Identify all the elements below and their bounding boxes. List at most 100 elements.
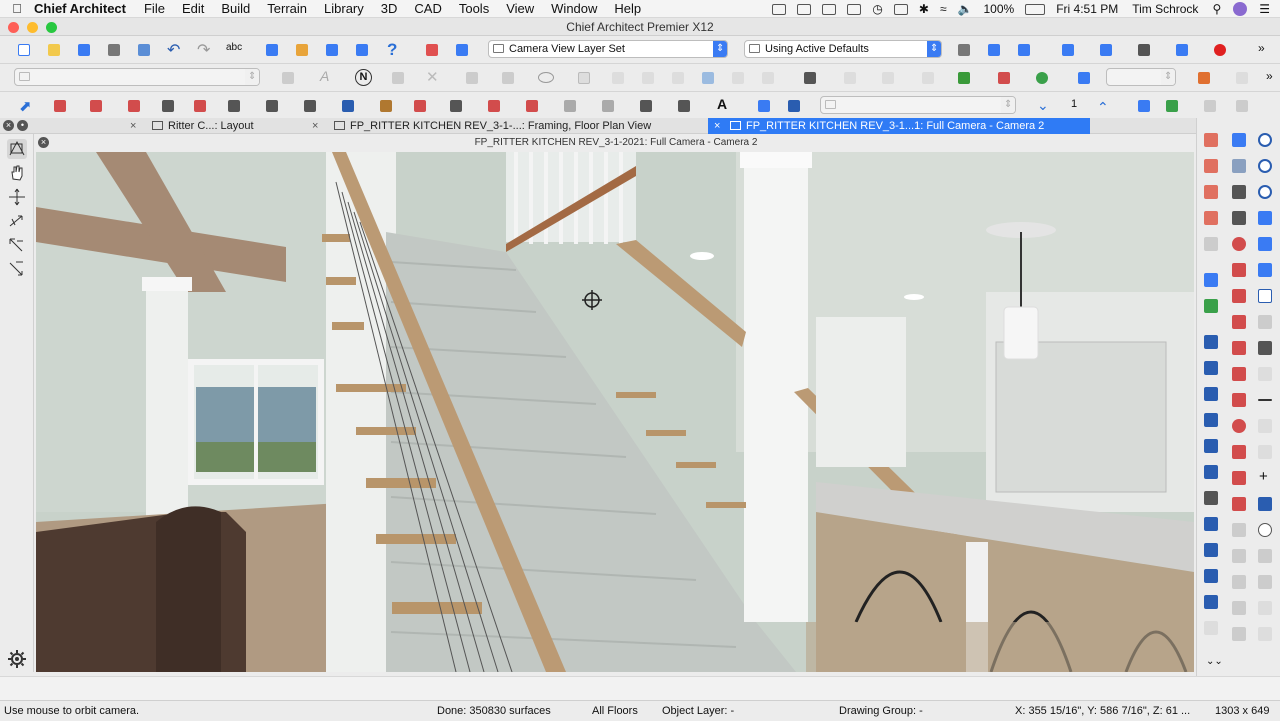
electrical-tool-icon[interactable] xyxy=(446,96,466,116)
walkthrough-icon[interactable] xyxy=(7,235,27,255)
tab-full-camera[interactable]: × FP_RITTER KITCHEN REV_3-1...1: Full Cam… xyxy=(708,118,1091,134)
render-icon[interactable] xyxy=(352,40,372,60)
cut-icon[interactable] xyxy=(1229,312,1249,332)
tab-close-icon[interactable]: × xyxy=(714,118,728,134)
edit-defaults-icon[interactable] xyxy=(954,40,974,60)
layer-set-dropdown[interactable]: Camera View Layer Set xyxy=(488,40,728,58)
cross-section-icon[interactable] xyxy=(1074,68,1094,88)
wall-break-icon[interactable] xyxy=(1201,208,1221,228)
elevation-view-icon[interactable] xyxy=(1134,96,1154,116)
fixture-tool-icon[interactable] xyxy=(300,96,320,116)
text-tool-icon[interactable]: A xyxy=(712,96,732,116)
column-l-icon[interactable] xyxy=(1201,618,1221,638)
tab-close-icon[interactable]: × xyxy=(312,118,326,134)
column-h-icon[interactable] xyxy=(1201,514,1221,534)
curve-icon[interactable] xyxy=(1229,520,1249,540)
column-j-icon[interactable] xyxy=(1201,566,1221,586)
cloud-icon[interactable] xyxy=(847,3,862,15)
new-plan-icon[interactable] xyxy=(14,40,34,60)
menu-edit[interactable]: Edit xyxy=(182,1,204,16)
spell-check-icon[interactable]: abc xyxy=(224,40,244,60)
structure-icon[interactable] xyxy=(954,68,974,88)
menu-build[interactable]: Build xyxy=(221,1,250,16)
fill-window-icon[interactable] xyxy=(1255,208,1275,228)
markup-icon[interactable] xyxy=(1194,68,1214,88)
tab-options-icon[interactable]: • xyxy=(17,120,28,131)
paint-icon[interactable] xyxy=(1201,234,1221,254)
zoom-icon[interactable] xyxy=(1255,156,1275,176)
library-browser-icon[interactable] xyxy=(1058,40,1078,60)
plus-icon[interactable]: + xyxy=(1255,468,1275,488)
camera-tools-icon[interactable] xyxy=(1096,40,1116,60)
array-icon[interactable] xyxy=(1229,390,1249,410)
full-screen-icon[interactable] xyxy=(1255,260,1275,280)
wifi-icon[interactable]: ≈ xyxy=(940,2,947,16)
close-view-icon[interactable]: × xyxy=(38,137,49,148)
dropbox-icon[interactable] xyxy=(822,3,837,15)
volume-icon[interactable]: 🔈 xyxy=(958,2,973,16)
help-icon[interactable]: ? xyxy=(382,40,402,60)
scroll-down-chevron-icon[interactable]: ⌄⌄ xyxy=(1201,656,1223,676)
layer-dropdown[interactable] xyxy=(820,96,1016,114)
menu-3d[interactable]: 3D xyxy=(381,1,398,16)
undo-icon[interactable]: ↶ xyxy=(164,40,184,60)
layout-icon[interactable] xyxy=(292,40,312,60)
stair-tool-icon[interactable] xyxy=(190,96,210,116)
tilt-camera-icon[interactable] xyxy=(7,211,27,231)
battery-icon[interactable] xyxy=(1025,3,1046,15)
mirror-icon[interactable] xyxy=(1229,286,1249,306)
zoom-in-icon[interactable] xyxy=(1255,130,1275,150)
print-preview-icon[interactable] xyxy=(134,40,154,60)
plant-icon[interactable] xyxy=(1032,68,1052,88)
rotate-b-icon[interactable] xyxy=(1229,416,1249,436)
cabinets-tool-icon[interactable] xyxy=(338,96,358,116)
bluetooth-icon[interactable]: ✱ xyxy=(919,2,929,16)
menu-terrain[interactable]: Terrain xyxy=(267,1,307,16)
layout-box-icon[interactable] xyxy=(754,96,774,116)
fit-view-icon[interactable] xyxy=(1255,234,1275,254)
send-to-layout-icon[interactable] xyxy=(784,96,804,116)
arc-wall-icon[interactable] xyxy=(1201,130,1221,150)
materials-icon[interactable] xyxy=(1014,40,1034,60)
lamp-icon[interactable] xyxy=(1255,338,1275,358)
menu-tools[interactable]: Tools xyxy=(459,1,489,16)
clock[interactable]: Fri 4:51 PM xyxy=(1056,2,1118,16)
deck-tool-icon[interactable] xyxy=(560,96,580,116)
siri-icon[interactable] xyxy=(1233,2,1248,16)
print-icon[interactable] xyxy=(104,40,124,60)
apple-menu-icon[interactable]:  xyxy=(0,1,34,16)
menu-help[interactable]: Help xyxy=(614,1,641,16)
door-tool-icon[interactable] xyxy=(224,96,244,116)
save-icon[interactable] xyxy=(74,40,94,60)
menu-window[interactable]: Window xyxy=(551,1,597,16)
ellipse-icon[interactable] xyxy=(1255,520,1275,540)
menu-file[interactable]: File xyxy=(144,1,165,16)
app-menu[interactable]: Chief Architect xyxy=(34,1,126,16)
floor-up-icon[interactable]: ⌃ xyxy=(1094,96,1114,116)
column-d-icon[interactable] xyxy=(1201,410,1221,430)
column-c-icon[interactable] xyxy=(1201,384,1221,404)
arc-b-icon[interactable] xyxy=(1229,546,1249,566)
room-tool-icon[interactable] xyxy=(86,96,106,116)
radius-icon[interactable] xyxy=(1255,546,1275,566)
zoom-camera-icon[interactable] xyxy=(7,259,27,279)
framing-tool-icon[interactable] xyxy=(376,96,396,116)
column-e-icon[interactable] xyxy=(1201,436,1221,456)
tab-framing-floor-plan[interactable]: × FP_RITTER KITCHEN REV_3-1-...: Framing,… xyxy=(312,118,651,134)
redo-icon[interactable]: ↷ xyxy=(194,40,214,60)
select-arrow-icon[interactable]: ⬈ xyxy=(14,96,34,116)
object-type-dropdown[interactable] xyxy=(14,68,260,86)
zoom-window-button[interactable] xyxy=(46,22,57,33)
time-machine-icon[interactable]: ◷ xyxy=(872,2,882,16)
grid-icon[interactable] xyxy=(1229,182,1249,202)
plan-view-icon[interactable] xyxy=(262,40,282,60)
preferences-icon[interactable] xyxy=(984,40,1004,60)
checklist-icon[interactable] xyxy=(452,40,472,60)
crosshair-icon[interactable] xyxy=(1229,364,1249,384)
pan-hand-icon[interactable] xyxy=(7,163,27,183)
roof-icon[interactable] xyxy=(994,68,1014,88)
view-library-icon[interactable] xyxy=(1229,130,1249,150)
column-k-icon[interactable] xyxy=(1201,592,1221,612)
north-pointer-icon[interactable]: N xyxy=(354,68,374,88)
picture-tool-icon[interactable] xyxy=(1201,270,1221,290)
